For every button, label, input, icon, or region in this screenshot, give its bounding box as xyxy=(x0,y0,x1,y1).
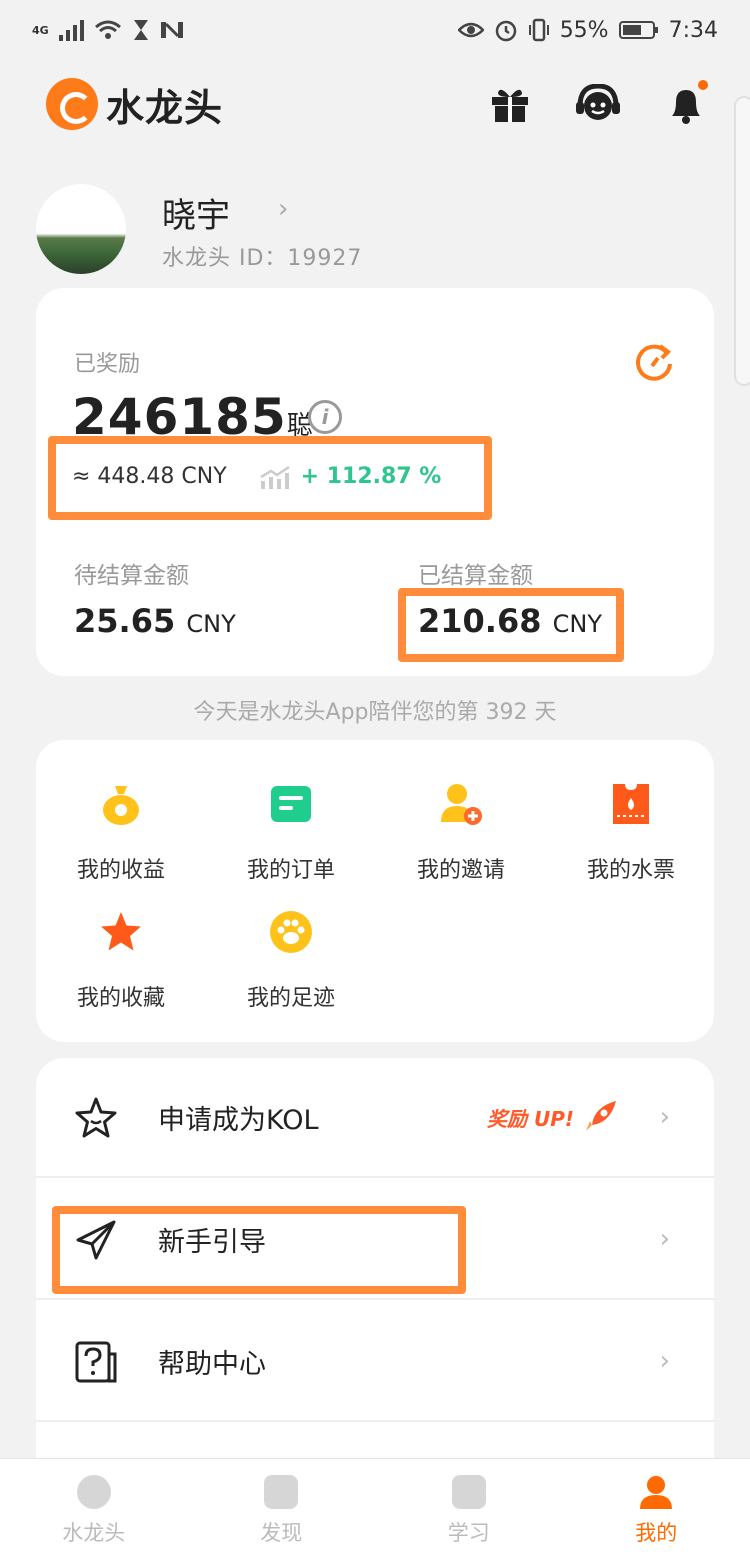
menu-item-label: 我的邀请 xyxy=(416,858,505,883)
clock: 7:34 xyxy=(668,17,718,43)
settled-unit: CNY xyxy=(552,610,602,638)
tab-label: 学习 xyxy=(447,1521,490,1545)
tab-label: 我的 xyxy=(635,1521,678,1545)
gift-icon[interactable] xyxy=(486,80,534,128)
approx-cny: ≈ 448.48 CNY xyxy=(72,464,227,489)
pending-value: 25.65 xyxy=(74,602,176,640)
reward-card: 已奖励 246185聪 i ≈ 448.48 CNY + 112.87 % 待结… xyxy=(36,288,714,676)
tab-learn[interactable]: 学习 xyxy=(375,1459,563,1558)
chevron-right-icon[interactable]: › xyxy=(278,194,288,224)
kol-badge-text: 奖励 UP! xyxy=(487,1106,574,1131)
signal-icon xyxy=(58,19,84,41)
trend-up-icon xyxy=(260,465,290,489)
help-icon xyxy=(75,1341,117,1383)
menu-item-orders[interactable]: 我的订单 xyxy=(206,782,376,884)
user-icon xyxy=(640,1476,673,1509)
menu-item-earnings[interactable]: 我的收益 xyxy=(36,782,206,884)
tab-label: 水龙头 xyxy=(62,1521,126,1545)
tab-mine[interactable]: 我的 xyxy=(563,1459,750,1558)
paper-plane-icon xyxy=(76,1220,116,1260)
pending-amount: 25.65 CNY xyxy=(74,602,236,640)
battery-percent: 55% xyxy=(559,17,609,43)
star-icon xyxy=(101,912,141,951)
header-actions xyxy=(486,80,710,128)
battery-icon xyxy=(618,21,658,39)
star-outline-icon xyxy=(75,1097,117,1138)
menu-item-label: 我的订单 xyxy=(246,858,335,883)
app-name: 水龙头 xyxy=(106,85,224,130)
settled-amount: 210.68 CNY xyxy=(418,602,602,640)
pending-label: 待结算金额 xyxy=(74,563,189,589)
help-label: 帮助中心 xyxy=(158,1348,266,1380)
menu-item-tickets[interactable]: 我的水票 xyxy=(546,782,716,884)
menu-grid-card: 我的收益 我的订单 我的邀请 我的水票 我的收藏 我的足迹 xyxy=(36,740,714,1042)
tab-label: 发现 xyxy=(260,1521,303,1545)
app-header: 水龙头 xyxy=(0,68,750,140)
avatar[interactable] xyxy=(36,184,126,274)
logo-icon xyxy=(46,78,98,130)
reward-label: 已奖励 xyxy=(74,352,141,377)
wifi-icon xyxy=(94,20,121,39)
user-id: 水龙头 ID：19927 xyxy=(162,246,363,271)
menu-item-favorites[interactable]: 我的收藏 xyxy=(36,910,206,1012)
chevron-right-icon: › xyxy=(659,1102,670,1132)
refresh-icon[interactable] xyxy=(632,340,676,384)
rocket-icon xyxy=(586,1101,616,1131)
guide-label: 新手引导 xyxy=(158,1226,266,1258)
settled-value: 210.68 xyxy=(418,602,542,640)
pending-settlement: 待结算金额 25.65 CNY xyxy=(74,556,236,640)
approx-row: ≈ 448.48 CNY + 112.87 % xyxy=(72,464,441,489)
ticket-icon xyxy=(613,784,649,824)
support-icon[interactable] xyxy=(574,80,622,128)
kol-label: 申请成为KOL xyxy=(158,1104,319,1136)
menu-item-label: 我的收藏 xyxy=(76,986,165,1011)
menu-item-label: 我的足迹 xyxy=(246,986,335,1011)
book-icon xyxy=(451,1475,486,1509)
list-item-kol[interactable]: 申请成为KOL 奖励 UP! › xyxy=(36,1058,714,1178)
menu-item-invites[interactable]: 我的邀请 xyxy=(376,782,546,884)
eye-icon xyxy=(457,22,484,38)
growth-indicator: + 112.87 % xyxy=(259,464,442,489)
invite-icon xyxy=(441,784,482,825)
pending-unit: CNY xyxy=(186,610,236,638)
notification-dot xyxy=(698,80,708,90)
menu-item-footprints[interactable]: 我的足迹 xyxy=(206,910,376,1012)
list-item-guide[interactable]: 新手引导 › xyxy=(36,1180,714,1300)
settings-list: 申请成为KOL 奖励 UP! › 新手引导 › 帮助中心 › xyxy=(36,1058,714,1478)
status-bar: 4G 55% 7:34 xyxy=(0,0,750,60)
app-logo: 水龙头 xyxy=(46,77,223,132)
status-left: 4G xyxy=(32,19,184,41)
bell-icon[interactable] xyxy=(662,80,710,128)
growth-percent: + 112.87 % xyxy=(300,464,442,489)
settled-amount-block: 已结算金额 210.68 CNY xyxy=(418,556,602,640)
bottom-tab-bar: 水龙头 发现 学习 我的 xyxy=(0,1458,750,1558)
tab-discover[interactable]: 发现 xyxy=(188,1459,376,1558)
tab-home[interactable]: 水龙头 xyxy=(0,1459,188,1558)
alarm-icon xyxy=(495,20,516,42)
reward-amount-value: 246185 xyxy=(72,388,287,446)
nfc-icon xyxy=(160,22,183,38)
status-right: 55% 7:34 xyxy=(457,17,718,43)
reward-amount: 246185聪 xyxy=(72,388,314,446)
chevron-right-icon: › xyxy=(659,1224,670,1254)
faucet-logo-icon xyxy=(76,1475,111,1509)
info-icon[interactable]: i xyxy=(308,400,342,434)
menu-item-label: 我的收益 xyxy=(76,858,165,883)
menu-item-label: 我的水票 xyxy=(586,858,675,883)
profile-section[interactable]: 晓宇 › 水龙头 ID：19927 xyxy=(36,184,716,274)
username[interactable]: 晓宇 xyxy=(162,188,230,237)
chevron-right-icon: › xyxy=(659,1346,670,1376)
discover-icon xyxy=(264,1475,299,1509)
settled-label: 已结算金额 xyxy=(418,563,533,589)
companion-days: 今天是水龙头App陪伴您的第 392 天 xyxy=(193,700,557,725)
network-type: 4G xyxy=(32,23,49,37)
order-icon xyxy=(271,786,311,822)
vibrate-icon xyxy=(528,18,549,42)
paw-icon xyxy=(270,911,312,953)
list-item-help[interactable]: 帮助中心 › xyxy=(36,1302,714,1422)
money-bag-icon xyxy=(103,786,139,825)
kol-reward-badge: 奖励 UP! xyxy=(487,1099,618,1135)
hourglass-icon xyxy=(133,20,148,40)
